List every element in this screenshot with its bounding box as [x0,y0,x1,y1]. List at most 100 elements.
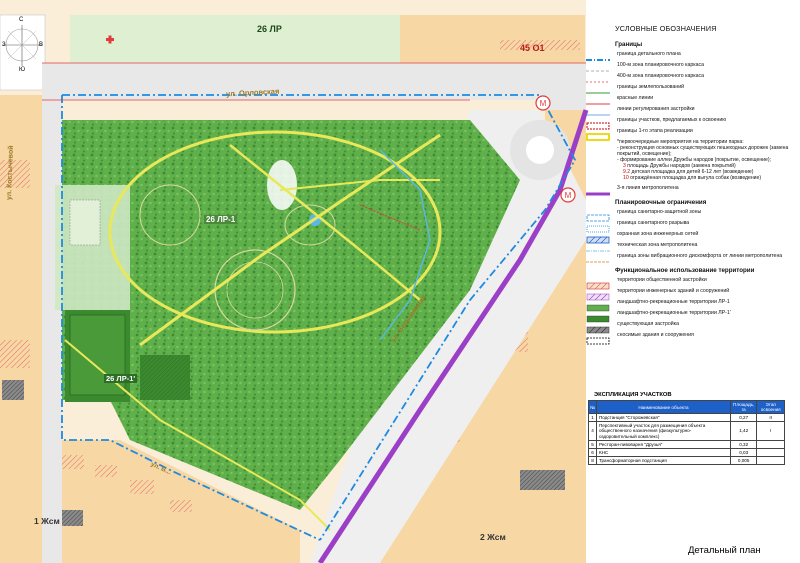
table-cell: 0,005 [729,456,758,466]
legend-group-heading: Границы [615,41,643,48]
legend-item-label: границы участков, предлагаемых к освоени… [617,117,727,123]
table-cell: I [756,421,785,441]
legend-item: существующая застройка [585,321,797,334]
legend-item-label: красные линии [617,95,654,101]
legend-item: сносимые здания и сооружения [585,332,797,345]
legend-symbol-icon [585,277,611,290]
explication-title: ЭКСПЛИКАЦИЯ УЧАСТКОВ [594,392,672,398]
explication-table-panel: ЭКСПЛИКАЦИЯ УЧАСТКОВ № Наименование объек… [588,392,785,466]
explication-table: № Наименование объекта Площадь, га Этап осв… [588,400,785,466]
legend-symbol-icon [585,231,611,244]
table-header-cell: Площадь, га [729,400,758,414]
table-cell: Подстанция "Сторожевская" [595,412,731,423]
metro-station-icon: M [535,95,551,111]
legend-item-label: техническая зона метрополитена [617,242,698,248]
legend-symbol-icon [585,332,611,345]
legend-item: техническая зона метрополитена [585,242,797,252]
table-cell: Ресторан-пивоварня "Друзья" [595,439,731,450]
legend-note-item: 10 ограждённая площадка для выгула собак… [617,175,797,181]
legend-item: линии регулирования застройки [585,106,797,116]
zone-label: 1 Жсм [34,516,60,526]
table-cell: КНС [595,448,731,458]
legend-symbol-icon [585,84,611,94]
legend-symbol-icon [585,51,611,61]
legend-item: граница зоны вибрационного дискомфорта о… [585,253,797,263]
legend-symbol-icon [585,209,611,222]
legend-symbol-icon [585,321,611,334]
legend-item: граница санитарно-защитной зоны [585,209,797,222]
svg-text:M: M [565,191,572,200]
legend-item: 400-м зона планировочного каркаса [585,73,797,83]
compass-s-label: Ю [19,67,26,73]
table-row: 8 Трансформаторная подстанция 0,005 [588,456,785,466]
table-cell: 0,32 [729,439,758,450]
table-header-cell: № [588,400,597,414]
legend-symbol-icon [585,95,611,105]
legend-group-heading: Функциональное использование территории [615,267,755,274]
legend-item-label: границы землепользований [617,84,685,90]
legend-item: 3-я линия метрополитена [585,185,797,196]
legend-item-label: граница зоны вибрационного дискомфорта о… [617,253,783,259]
zone-label: 45 О1 [520,43,545,53]
zone-label: 26 ЛР-1' [104,374,138,383]
svg-text:M: M [540,99,547,108]
zone-label: 2 Жсм [480,532,506,542]
legend-item: границы 1-го этапа реализации [585,128,797,141]
legend-item-label: 3-я линия метрополитена [617,185,679,191]
legend-group-heading: Планировочные ограничения [615,199,707,206]
legend-item: ландшафтно-рекреационные территории ЛР-1 [585,299,797,312]
table-cell: 1,42 [729,421,758,441]
legend-item-label: сносимые здания и сооружения [617,332,694,338]
legend-symbol-icon [585,253,611,263]
legend-item-label: 100-м зона планировочного каркаса [617,62,704,68]
table-cell: 8 [588,456,597,466]
legend-item-label: территории инженерных зданий и сооружени… [617,288,730,294]
table-cell: 1 [588,412,597,423]
legend-item-label: охранная зона инженерных сетей [617,231,699,237]
legend-item: границы землепользований [585,84,797,94]
legend-symbol-icon [585,242,611,252]
legend-item-label: граница санитарно-защитной зоны [617,209,702,215]
legend-item-label: линии регулирования застройки [617,106,695,112]
legend-symbol-icon [585,185,611,196]
table-cell: 0,27 [729,412,758,423]
table-row: 5 Ресторан-пивоварня "Друзья" 0,32 [588,439,785,450]
legend-symbol-icon [585,73,611,83]
table-cell: Перспективный участок для размещения объ… [595,421,731,441]
legend-symbol-icon [585,288,611,301]
legend-symbol-icon [585,220,611,233]
legend-item-label: существующая застройка [617,321,679,327]
legend-symbol-icon [585,117,611,130]
legend-item: граница детального плана [585,51,797,61]
table-cell: 6 [588,448,597,458]
legend-body: Границы граница детального плана 100-м зон… [585,41,797,345]
legend-item: ландшафтно-рекреационные территории ЛР-1… [585,310,797,323]
table-header-cell: Этап освоения [756,400,785,414]
legend-symbol-icon [585,62,611,72]
compass-e-label: В [39,42,44,48]
legend-item: территории инженерных зданий и сооружени… [585,288,797,301]
metro-station-icon: M [560,187,576,203]
table-cell: II [756,412,785,423]
legend-item-label: территории общественной застройки [617,277,707,283]
table-row: 4 Перспективный участок для размещения об… [588,421,785,441]
legend-title: УСЛОВНЫЕ ОБОЗНАЧЕНИЯ [615,24,717,33]
table-cell [756,448,785,458]
table-cell: 5 [588,439,597,450]
table-cell: 4 [588,421,597,441]
legend-note-line: - реконструкция основных существующих пе… [617,145,789,157]
table-header-cell: Наименование объекта [595,400,731,414]
legend-note: *первоочередные мероприятия на территори… [617,139,797,181]
footer-title: Детальный план [688,545,761,556]
table-cell: 0,03 [729,448,758,458]
zone-label: 26 ЛР-1 [204,215,238,224]
legend-symbol-icon [585,310,611,323]
legend-item-label: граница детального плана [617,51,681,57]
legend-item: граница санитарного разрыва [585,220,797,233]
legend-item-label: границы 1-го этапа реализации [617,128,693,134]
legend-symbol-icon [585,106,611,116]
table-cell [756,456,785,466]
table-row: 6 КНС 0,03 [588,448,785,458]
legend-item-label: ландшафтно-рекреационные территории ЛР-1 [617,299,730,305]
table-cell: Трансформаторная подстанция [595,456,731,466]
